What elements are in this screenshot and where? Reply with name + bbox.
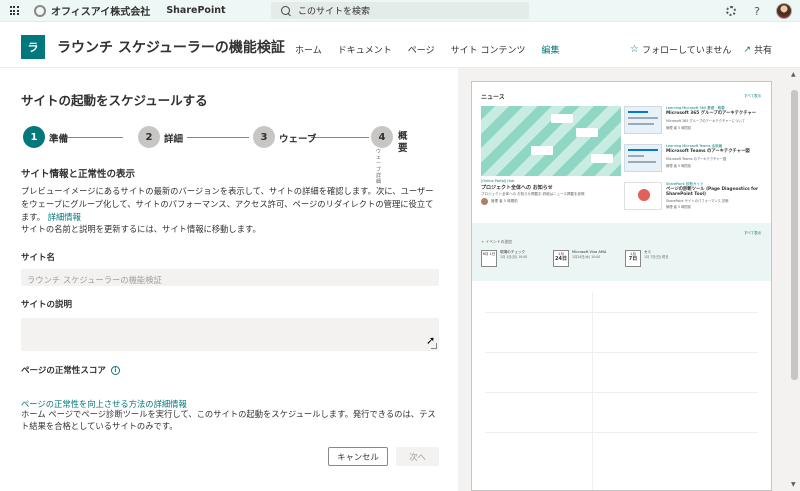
preview-news-item: Learning Microsoft 365 基礎・概要 Microsoft 3…: [624, 106, 769, 142]
preview-news-title: ページの診断ツール (Page Diagnostics for SharePoi…: [666, 187, 759, 197]
step-3-circle[interactable]: 3: [253, 126, 275, 148]
step-overlap-text: ウェーブ詳細: [376, 149, 382, 185]
health-score-text: ページの正常性スコア: [21, 366, 106, 376]
preview-news-thumb: [624, 106, 662, 134]
preview-news-author: 管理 者 5 時間前: [666, 126, 692, 130]
nav-site-contents[interactable]: サイト コンテンツ: [451, 43, 526, 56]
name-desc-note: サイトの名前と説明を更新するには、サイト情報に移動します。: [21, 224, 261, 234]
search-placeholder: このサイトを検索: [298, 7, 371, 17]
schedule-launch-panel: サイトの起動をスケジュールする 1 準備 2 詳細 3 ウェーブ 4 概要 ウェ…: [0, 68, 458, 491]
preview-event-date: 6月 1日: [481, 250, 497, 267]
help-icon[interactable]: ?: [754, 5, 760, 18]
preview-news-desc: Microsoft 365 グループのアーキテクチャーについて: [666, 119, 745, 123]
preview-event-sub: 1月24日(水) 10:00: [572, 255, 601, 259]
panel-description: プレビューイメージにあるサイトの最新のバージョンを表示して、サイトの詳細を確認し…: [21, 185, 441, 224]
step-connector: [61, 137, 123, 138]
step-connector: [187, 137, 249, 138]
preview-news-thumb: [624, 144, 662, 172]
app-launcher-icon[interactable]: [3, 0, 25, 22]
step-1-label: 準備: [49, 134, 69, 145]
site-name-field[interactable]: ラウンチ スケジューラーの機能検証: [21, 269, 439, 286]
preview-events-section: すべて表示 + イベントの追加 6月 1日 現場のチェック 1月 1日(月) 10…: [472, 223, 771, 281]
star-icon: ☆: [630, 44, 639, 55]
health-score-label: ページの正常性スコア i: [21, 364, 120, 376]
info-icon[interactable]: i: [110, 365, 120, 375]
org-name[interactable]: オフィスアイ株式会社: [51, 3, 150, 18]
preview-news-see-all: すべて表示: [744, 94, 762, 98]
preview-news-desc: Microsoft Teams のアーキテクチャー図: [666, 157, 727, 161]
nav-pages[interactable]: ページ: [408, 43, 435, 56]
mouse-cursor-icon: ➚: [426, 334, 436, 347]
step-connector: [311, 137, 369, 138]
nav-edit[interactable]: 編集: [541, 43, 559, 56]
site-name-label: サイト名: [21, 253, 56, 263]
preview-event: 1月 24日 Microsoft Viva AMA 1月24日(水) 10:00: [553, 250, 606, 267]
preview-event: 1月 7日 セミ 1月 7日(日) 終日: [625, 250, 669, 267]
share-button[interactable]: 共有: [754, 43, 772, 56]
app-name[interactable]: SharePoint: [166, 5, 225, 16]
share-icon: ↗: [743, 44, 751, 55]
preview-hero-desc: プロジェクト全体への お知らせ掲載中 詳細はニュース掲載を参照: [481, 192, 585, 196]
follow-button[interactable]: フォローしていません: [642, 43, 731, 56]
next-button[interactable]: 次へ: [396, 447, 439, 466]
preview-hero-image: [481, 106, 621, 176]
preview-event-sub: 1月 7日(日) 終日: [644, 255, 669, 259]
site-header: ラ ラウンチ スケジューラーの機能検証 ホーム ドキュメント ページ サイト コ…: [0, 22, 800, 68]
description-text: プレビューイメージにあるサイトの最新のバージョンを表示して、サイトの詳細を確認し…: [21, 186, 434, 222]
nav-home[interactable]: ホーム: [295, 43, 322, 56]
cancel-button[interactable]: キャンセル: [328, 447, 388, 466]
preview-event-date: 1月 7日: [625, 250, 641, 267]
preview-events-see-all: すべて表示: [744, 231, 762, 235]
health-score-description: ホーム ページでページ診断ツールを実行して、このサイトの起動をスケジュールします…: [21, 409, 436, 431]
step-2-label: 詳細: [164, 134, 184, 145]
scrollbar-thumb[interactable]: [791, 90, 798, 380]
step-1-circle[interactable]: 1: [23, 126, 45, 148]
section-heading: サイト情報と正常性の表示: [21, 169, 136, 180]
site-desc-label: サイトの説明: [21, 300, 73, 310]
preview-event-date: 1月 24日: [553, 250, 569, 267]
author-avatar: [481, 198, 488, 205]
preview-news-heading: ニュース: [481, 94, 505, 101]
preview-news-author: 管理 者 5 時間前: [666, 164, 692, 168]
preview-news-title: Microsoft 365 グループのアーキテクチャー: [666, 111, 757, 116]
nav-documents[interactable]: ドキュメント: [338, 43, 392, 56]
scroll-down-icon[interactable]: ▼: [791, 481, 796, 488]
step-4-circle[interactable]: 4: [371, 126, 393, 148]
scroll-up-icon[interactable]: ▲: [791, 71, 796, 78]
preview-event-sub: 1月 1日(月) 10:00: [500, 255, 528, 259]
preview-hero-meta: [Online Portal] Hub: [481, 179, 515, 183]
user-avatar[interactable]: [776, 3, 792, 19]
preview-hero-title: プロジェクト全体への お知らせ: [481, 185, 553, 191]
preview-hero-author: 管理 者 5 時間前: [481, 198, 518, 205]
suite-bar: オフィスアイ株式会社 SharePoint このサイトを検索 ?: [0, 0, 800, 22]
step-4-label: 概要: [398, 131, 408, 154]
preview-hero-author-text: 管理 者 5 時間前: [491, 199, 518, 203]
preview-news-item: Learning Microsoft Teams 活用編 Microsoft T…: [624, 144, 769, 180]
site-navigation: ホーム ドキュメント ページ サイト コンテンツ 編集: [295, 43, 575, 56]
step-3-label: ウェーブ: [279, 134, 317, 145]
site-logo[interactable]: ラ: [21, 35, 45, 59]
preview-news-author: 管理 者 5 時間前: [666, 205, 692, 209]
preview-news-item: SharePoint 診断ガイド ページの診断ツール (Page Diagnos…: [624, 182, 769, 218]
learn-more-link[interactable]: 詳細情報: [48, 212, 81, 222]
step-2-circle[interactable]: 2: [138, 126, 160, 148]
search-box[interactable]: このサイトを検索: [271, 2, 529, 19]
settings-gear-icon[interactable]: [726, 6, 737, 16]
preview-news-desc: SharePoint サイトのパフォーマンス 診断: [666, 199, 729, 203]
site-title[interactable]: ラウンチ スケジューラーの機能検証: [57, 37, 285, 57]
preview-news-thumb: [624, 182, 662, 210]
preview-event: 6月 1日 現場のチェック 1月 1日(月) 10:00: [481, 250, 527, 267]
site-preview-image: ニュース すべて表示 [Online Portal] Hub プロジェクト全体へ…: [471, 81, 772, 491]
panel-title: サイトの起動をスケジュールする: [21, 93, 208, 108]
preview-empty-list: [472, 292, 771, 490]
org-logo-icon: [33, 4, 47, 18]
preview-news-title: Microsoft Teams のアーキテクチャー図: [666, 149, 750, 154]
stepper: 1 準備 2 詳細 3 ウェーブ 4 概要 ウェーブ詳細: [21, 124, 441, 185]
search-icon: [281, 6, 290, 15]
preview-add-event: + イベントの追加: [481, 239, 512, 244]
site-desc-field[interactable]: [21, 318, 439, 351]
